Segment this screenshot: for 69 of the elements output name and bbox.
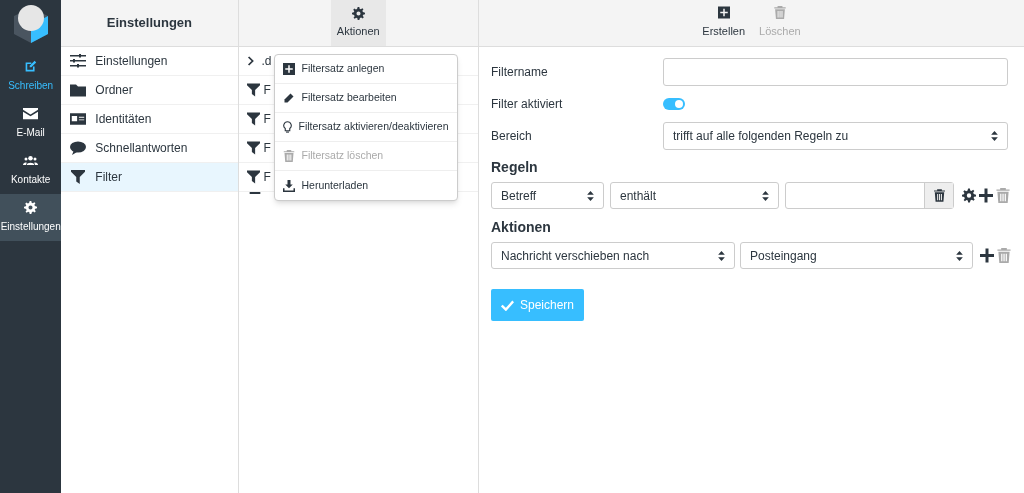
add-icon (717, 6, 730, 20)
field-label: Filtername (491, 64, 549, 81)
speech-bubble-icon (70, 141, 87, 155)
filter-icon (70, 170, 87, 184)
rule-operator-select[interactable]: enthält (610, 182, 779, 209)
list-item-text[interactable]: F (263, 110, 271, 128)
filter-icon (246, 112, 260, 126)
toolbar-button[interactable]: Erstellen (698, 0, 750, 46)
list-item-text[interactable]: .d (261, 52, 272, 70)
nav-item[interactable]: Kontakte (0, 147, 62, 194)
sort-arrows-icon (762, 190, 769, 201)
nav-item[interactable]: Schreiben (0, 53, 62, 100)
download-icon (282, 179, 295, 192)
rule-value-field[interactable] (785, 182, 954, 209)
trash-icon (282, 150, 295, 162)
filter-icon (246, 83, 260, 97)
rule-settings-button[interactable] (960, 187, 977, 204)
panel-title: Einstellungen (106, 14, 193, 33)
rule-header-select[interactable]: Betreff (491, 182, 604, 209)
settings-icon (351, 6, 365, 20)
lightbulb-icon (282, 121, 292, 133)
settings-icon (961, 188, 976, 203)
people-icon (23, 154, 39, 167)
filtername-field[interactable] (663, 58, 1008, 86)
dash-icon (247, 192, 262, 194)
delete-button[interactable] (924, 183, 953, 208)
actions-button[interactable]: Aktionen (330, 0, 386, 46)
add-icon (282, 63, 295, 75)
trash-icon (996, 248, 1011, 263)
nav-item[interactable]: Einstellungen (0, 194, 62, 241)
nav-item[interactable]: E-Mail (0, 100, 62, 147)
list-item-text[interactable]: F (263, 81, 271, 99)
trash-icon (773, 6, 786, 20)
menu-item[interactable]: Filtersatz bearbeiten (274, 84, 457, 113)
sort-arrows-icon (991, 131, 998, 141)
compose-icon (23, 60, 39, 73)
pencil-icon (282, 92, 295, 104)
scope-select[interactable]: trifft auf alle folgenden Regeln zu (663, 122, 1008, 150)
filter-icon (246, 170, 260, 184)
plus-icon (979, 248, 994, 263)
section-heading: Regeln (491, 158, 539, 177)
add-action-button[interactable] (978, 247, 995, 264)
section-heading: Aktionen (491, 218, 552, 237)
sliders-icon (70, 54, 87, 68)
folder-icon (70, 83, 87, 97)
list-item-text[interactable]: F (263, 139, 271, 157)
filter-icon (246, 141, 260, 155)
checkmark-icon (501, 299, 514, 311)
settings-icon (23, 201, 39, 214)
add-rule-button[interactable] (977, 187, 994, 204)
plus-icon (978, 188, 993, 203)
action-target-select[interactable]: Posteingang (740, 242, 973, 269)
field-label: Bereich (491, 128, 533, 145)
sort-arrows-icon (718, 250, 725, 261)
trash-icon (933, 189, 945, 202)
settings-item[interactable]: Filter (61, 163, 238, 192)
sort-arrows-icon (956, 250, 963, 261)
id-card-icon (70, 112, 87, 126)
menu-item[interactable]: Filtersatz anlegen (274, 55, 457, 84)
chevron-icon (246, 56, 255, 66)
list-item-text[interactable]: F (263, 168, 271, 186)
action-type-select[interactable]: Nachricht verschieben nach (491, 242, 735, 269)
sort-arrows-icon (587, 190, 594, 201)
menu-item[interactable]: Filtersatz aktivieren/deaktivieren (274, 113, 457, 142)
toggle-switch[interactable] (663, 98, 685, 110)
trash-icon (995, 188, 1010, 203)
field-label: Filter aktiviert (491, 96, 564, 113)
menu-item[interactable]: Herunterladen (274, 171, 457, 200)
envelope-icon (23, 107, 39, 120)
